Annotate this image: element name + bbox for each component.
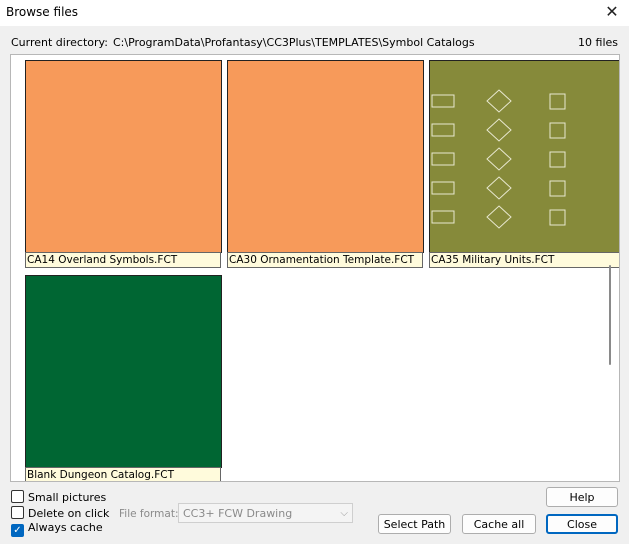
- checkbox-label: Always cache: [28, 521, 103, 534]
- always-cache-checkbox[interactable]: ✓ Always cache: [11, 521, 103, 537]
- file-thumbnail[interactable]: CA35 Military Units.FCT: [429, 60, 619, 269]
- file-preview-image[interactable]: [429, 60, 619, 253]
- file-name-label[interactable]: CA35 Military Units.FCT: [429, 252, 619, 268]
- chevron-down-icon: ⌵: [340, 508, 348, 519]
- file-preview-image[interactable]: [25, 60, 222, 253]
- close-button[interactable]: Close: [546, 514, 618, 534]
- file-preview-image[interactable]: [227, 60, 424, 253]
- scrollbar-thumb[interactable]: [609, 265, 611, 365]
- delete-on-click-checkbox[interactable]: Delete on click: [11, 506, 109, 520]
- file-format-label: File format:: [119, 508, 179, 520]
- file-name-label[interactable]: Blank Dungeon Catalog.FCT: [25, 467, 221, 481]
- file-preview-image[interactable]: [25, 275, 222, 468]
- file-thumbnail-panel[interactable]: CA14 Overland Symbols.FCT CA30 Ornamenta…: [10, 54, 620, 482]
- help-button[interactable]: Help: [546, 487, 618, 507]
- file-thumbnail[interactable]: CA14 Overland Symbols.FCT: [25, 60, 222, 269]
- browse-files-dialog: Browse files ✕ Current directory: C:\Pro…: [0, 0, 629, 544]
- close-icon[interactable]: ✕: [601, 2, 623, 22]
- cache-all-button[interactable]: Cache all: [462, 514, 536, 534]
- file-thumbnail[interactable]: CA30 Ornamentation Template.FCT: [227, 60, 424, 269]
- current-directory-path: C:\ProgramData\Profantasy\CC3Plus\TEMPLA…: [113, 36, 475, 49]
- checkbox-box[interactable]: [11, 490, 24, 503]
- military-symbols-preview: [431, 89, 566, 229]
- title-bar: Browse files ✕: [0, 0, 629, 26]
- file-name-label[interactable]: CA30 Ornamentation Template.FCT: [227, 252, 423, 268]
- window-title: Browse files: [6, 5, 79, 19]
- checkmark-icon[interactable]: ✓: [11, 524, 24, 537]
- bottom-controls: Small pictures Delete on click ✓ Always c…: [0, 482, 629, 544]
- select-path-button[interactable]: Select Path: [378, 514, 451, 534]
- checkbox-label: Delete on click: [28, 507, 110, 520]
- checkbox-box[interactable]: [11, 506, 24, 519]
- file-format-select[interactable]: CC3+ FCW Drawing ⌵: [178, 503, 353, 523]
- file-count: 10 files: [578, 36, 618, 49]
- checkbox-label: Small pictures: [28, 491, 107, 504]
- file-format-value: CC3+ FCW Drawing: [183, 507, 293, 520]
- small-pictures-checkbox[interactable]: Small pictures: [11, 490, 106, 504]
- file-name-label[interactable]: CA14 Overland Symbols.FCT: [25, 252, 221, 268]
- file-thumbnail[interactable]: Blank Dungeon Catalog.FCT: [25, 275, 222, 481]
- current-directory-label: Current directory:: [11, 36, 108, 49]
